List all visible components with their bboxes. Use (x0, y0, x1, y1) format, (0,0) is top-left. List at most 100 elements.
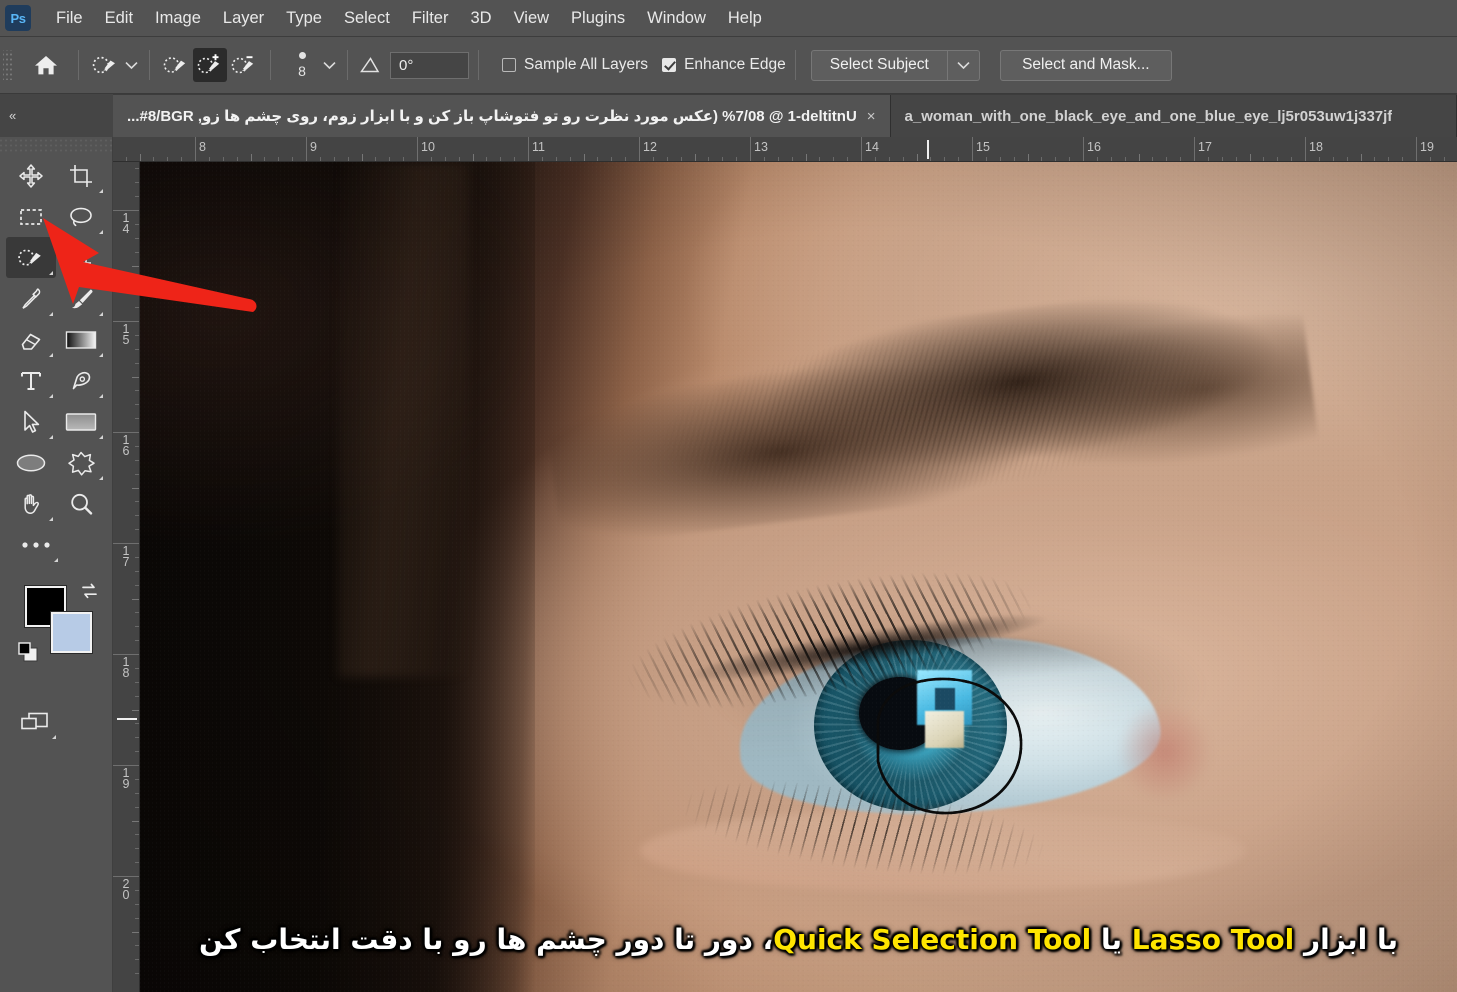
menu-bar: Ps File Edit Image Layer Type Select Fil… (0, 0, 1457, 37)
home-button[interactable] (29, 48, 63, 82)
ruler-h-minor-tick (1138, 154, 1140, 161)
color-swatches (0, 577, 112, 697)
ruler-h-minor-tick (999, 157, 1001, 161)
select-subject-button[interactable]: Select Subject (810, 49, 948, 81)
document-tab-2[interactable]: a_woman_with_one_black_eye_and_one_blue_… (890, 95, 1457, 137)
flyout-corner (99, 394, 103, 398)
brush-size-picker[interactable]: 8 (284, 52, 320, 78)
tool-path-selection[interactable] (6, 401, 56, 442)
ruler-h-minor-tick (680, 157, 682, 161)
ruler-h-minor-tick (375, 157, 377, 161)
custom-shape-tool-icon (68, 451, 95, 476)
menu-file[interactable]: File (45, 6, 94, 31)
brush-angle-input[interactable]: 0° (390, 51, 469, 79)
zoom-tool-icon (71, 493, 93, 515)
screen-mode-button[interactable] (12, 701, 58, 742)
tool-ellipse-shape[interactable] (6, 442, 56, 483)
tool-rectangle-shape[interactable] (56, 401, 106, 442)
mode-new-selection[interactable] (159, 48, 193, 82)
ruler-h-minor-tick (278, 157, 280, 161)
menu-edit[interactable]: Edit (94, 6, 144, 31)
brush-size-value: 8 (298, 63, 306, 79)
brush-tool-icon (72, 289, 93, 308)
ruler-v-label: 17 (122, 544, 130, 569)
menu-window[interactable]: Window (636, 6, 717, 31)
menu-3d[interactable]: 3D (459, 6, 502, 31)
collapse-panel-icon[interactable]: « (9, 108, 16, 123)
flyout-corner (49, 312, 53, 316)
swap-colors-icon[interactable] (79, 581, 100, 606)
flyout-corner (99, 312, 103, 316)
sample-all-layers-checkbox[interactable]: Sample All Layers (502, 56, 648, 74)
mode-add-to-selection[interactable] (193, 48, 227, 82)
menu-select[interactable]: Select (333, 6, 401, 31)
menu-plugins[interactable]: Plugins (560, 6, 636, 31)
ruler-h-minor-tick (486, 157, 488, 161)
tool-frame[interactable] (56, 237, 106, 278)
tool-zoom[interactable] (56, 483, 106, 524)
tool-preset-button[interactable] (88, 48, 122, 82)
select-subject-dropdown[interactable] (947, 49, 980, 81)
options-separator-5 (478, 50, 479, 80)
brush-size-dropdown[interactable] (320, 48, 338, 82)
mode-subtract-from-selection[interactable] (227, 48, 261, 82)
select-and-mask-button[interactable]: Select and Mask... (999, 49, 1172, 81)
ruler-v-minor-tick (135, 515, 139, 517)
tool-lasso[interactable] (56, 196, 106, 237)
ruler-h-minor-tick (1443, 157, 1445, 161)
vertical-ruler[interactable]: 14 15 16 17 18 19 20 (113, 162, 140, 992)
menu-layer[interactable]: Layer (212, 6, 275, 31)
tool-eraser[interactable] (6, 319, 56, 360)
document-tab-1[interactable]: Untitled-1 @ 80/7% (عکس مورد نظرت رو تو … (113, 95, 891, 137)
ruler-h-minor-tick (1318, 157, 1320, 161)
options-separator-2 (149, 50, 150, 80)
menu-image[interactable]: Image (144, 6, 212, 31)
ruler-v-minor-tick (135, 251, 139, 253)
photoshop-logo-icon: Ps (5, 5, 31, 31)
tool-brush[interactable] (56, 278, 106, 319)
tool-quick-selection[interactable] (6, 237, 56, 278)
default-colors-icon[interactable] (17, 641, 39, 668)
tool-gradient[interactable] (56, 319, 106, 360)
ruler-v-minor-tick (135, 418, 139, 420)
enhance-edge-box[interactable] (662, 58, 677, 72)
options-bar-grip[interactable] (3, 50, 13, 80)
tool-custom-shape[interactable] (56, 442, 106, 483)
tools-panel-grip[interactable] (0, 137, 112, 153)
ruler-h-minor-tick (666, 157, 668, 161)
menu-view[interactable]: View (503, 6, 560, 31)
menu-type[interactable]: Type (275, 6, 333, 31)
tool-eyedropper[interactable] (6, 278, 56, 319)
tool-preset-dropdown[interactable] (122, 48, 140, 82)
chevron-down-icon (957, 61, 970, 69)
ruler-h-minor-tick (125, 157, 127, 161)
document-tab-1-close-icon[interactable]: × (867, 108, 876, 125)
tool-rectangular-marquee[interactable] (6, 196, 56, 237)
tool-crop[interactable] (56, 155, 106, 196)
flyout-corner (99, 230, 103, 234)
tool-pen[interactable] (56, 360, 106, 401)
document-canvas[interactable] (140, 162, 1457, 992)
horizontal-ruler[interactable]: 8 9 10 11 12 13 14 15 16 17 18 19 (113, 137, 1457, 162)
flyout-corner (54, 558, 58, 562)
tool-edit-toolbar[interactable] (6, 524, 66, 565)
ruler-v-minor-tick (135, 279, 139, 281)
ruler-v-minor-tick (135, 917, 139, 919)
ruler-v-minor-tick (135, 293, 139, 295)
ruler-h-minor-tick (1110, 157, 1112, 161)
ruler-v-minor-tick (135, 959, 139, 961)
background-color-swatch[interactable] (50, 611, 93, 654)
menu-help[interactable]: Help (717, 6, 773, 31)
menu-filter[interactable]: Filter (401, 6, 460, 31)
tool-hand[interactable] (6, 483, 56, 524)
tool-type[interactable] (6, 360, 56, 401)
ruler-v-minor-tick (135, 737, 139, 739)
ruler-v-minor-tick (135, 307, 139, 309)
ruler-v-minor-tick (135, 792, 139, 794)
tool-move[interactable] (6, 155, 56, 196)
sample-all-layers-box[interactable] (502, 58, 516, 72)
ruler-h-minor-tick (236, 157, 238, 161)
brush-angle-group: 0° (359, 51, 469, 79)
options-separator-3 (270, 50, 271, 80)
enhance-edge-checkbox[interactable]: Enhance Edge (662, 56, 786, 74)
